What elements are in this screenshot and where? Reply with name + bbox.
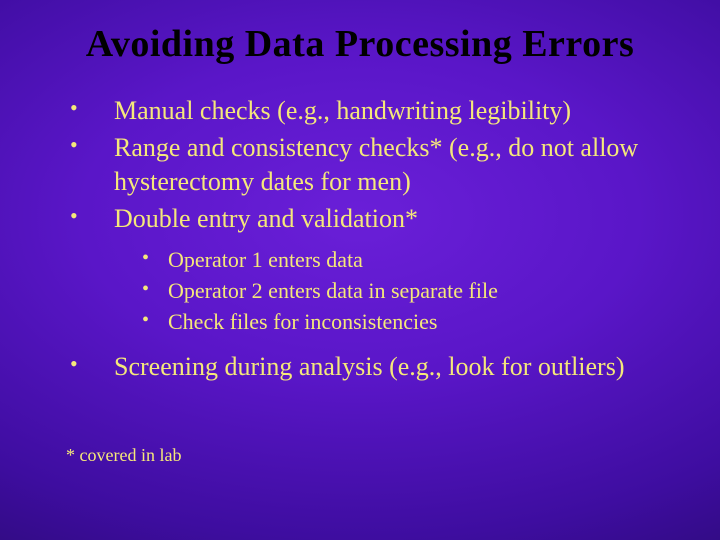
bullet-text: Manual checks (e.g., handwriting legibil… [114,96,571,125]
slide: Avoiding Data Processing Errors Manual c… [0,0,720,540]
sub-bullet-text: Operator 2 enters data in separate file [168,278,498,303]
bullet-item: Double entry and validation* [66,202,678,235]
sub-bullet-text: Check files for inconsistencies [168,309,437,334]
bullet-item: Screening during analysis (e.g., look fo… [66,350,678,383]
slide-title: Avoiding Data Processing Errors [42,22,678,66]
bullet-text: Screening during analysis (e.g., look fo… [114,352,625,381]
sub-bullet-list: Operator 1 enters data Operator 2 enters… [142,245,678,336]
bullet-list: Manual checks (e.g., handwriting legibil… [66,94,678,235]
footnote: * covered in lab [66,445,678,466]
bullet-item: Manual checks (e.g., handwriting legibil… [66,94,678,127]
sub-bullet-item: Operator 1 enters data [142,245,678,274]
sub-bullet-item: Operator 2 enters data in separate file [142,276,678,305]
sub-bullet-text: Operator 1 enters data [168,247,363,272]
bullet-list-continued: Screening during analysis (e.g., look fo… [66,350,678,383]
bullet-text: Double entry and validation* [114,204,418,233]
bullet-item: Range and consistency checks* (e.g., do … [66,131,678,198]
sub-bullet-item: Check files for inconsistencies [142,307,678,336]
bullet-text: Range and consistency checks* (e.g., do … [114,133,638,195]
